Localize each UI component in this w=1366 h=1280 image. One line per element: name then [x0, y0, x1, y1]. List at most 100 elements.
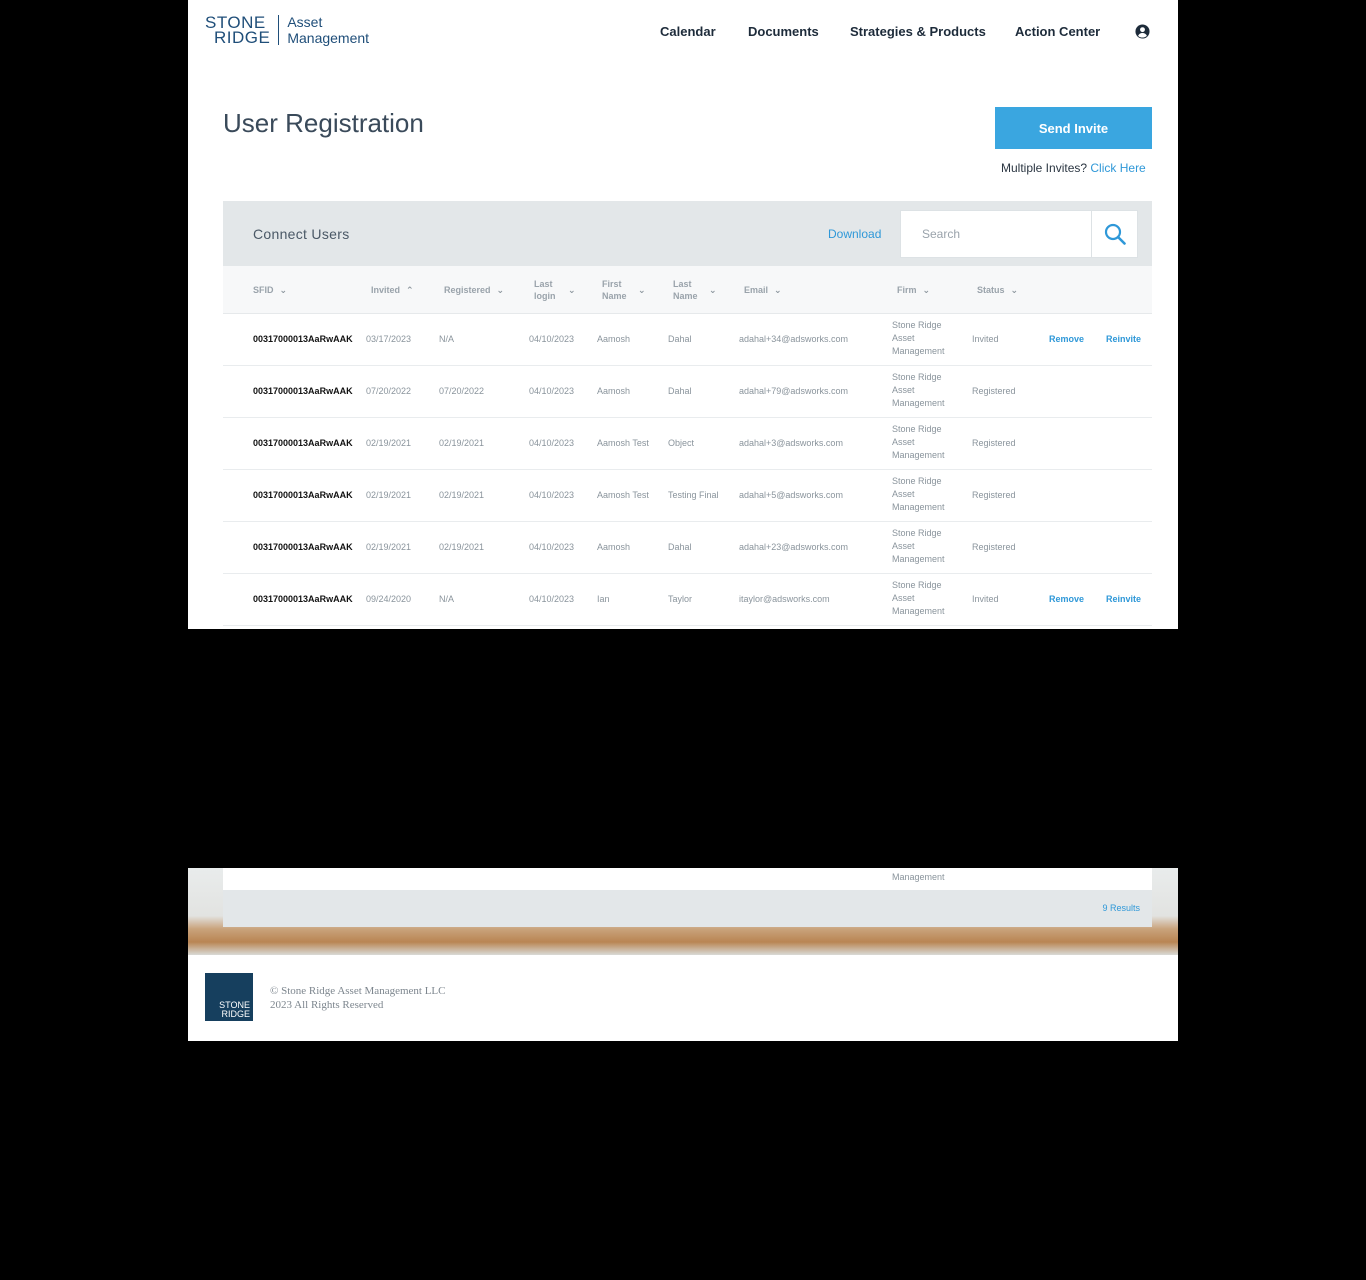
nav-calendar[interactable]: Calendar	[660, 24, 716, 39]
cell-first-name: Aamosh Test	[597, 438, 649, 448]
chevron-down-icon: ⌄	[496, 285, 505, 295]
click-here-link[interactable]: Click Here	[1090, 161, 1145, 175]
panel-title: Connect Users	[253, 226, 350, 242]
chevron-down-icon: ⌄	[774, 285, 782, 295]
cell-sfid: 00317000013AaRwAAK	[253, 542, 353, 552]
cell-last-login: 04/10/2023	[529, 542, 575, 552]
search-icon	[1104, 223, 1126, 245]
cell-invited: 02/19/2021	[366, 490, 412, 500]
chevron-down-icon: ⌄	[1010, 285, 1019, 295]
col-first-name[interactable]: First Name ⌄	[602, 278, 646, 302]
reinvite-link[interactable]: Reinvite	[1106, 593, 1141, 606]
main-nav: Calendar Documents Strategies & Products…	[188, 24, 1178, 44]
cell-status: Registered	[972, 386, 1016, 396]
copyright-line-2: 2023 All Rights Reserved	[270, 999, 384, 1011]
col-firm[interactable]: Firm ⌄	[897, 284, 930, 296]
table-row: 00317000013AaRwAAK 02/19/2021 02/19/2021 04…	[223, 418, 1152, 470]
remove-link[interactable]: Remove	[1049, 333, 1084, 346]
chevron-up-icon: ⌃	[406, 285, 414, 295]
send-invite-button[interactable]: Send Invite	[995, 107, 1152, 149]
copyright-line-1: © Stone Ridge Asset Management LLC	[270, 985, 446, 997]
cell-sfid: 00317000013AaRwAAK	[253, 438, 353, 448]
cell-last-login: 04/10/2023	[529, 386, 575, 396]
download-link[interactable]: Download	[828, 227, 881, 241]
page-top-segment: STONE RIDGE Asset Management Calendar Do…	[188, 0, 1178, 629]
cell-firm: Stone Ridge Asset Management	[892, 476, 945, 512]
nav-action-center[interactable]: Action Center	[1015, 24, 1100, 39]
multiple-invites: Multiple Invites? Click Here	[1001, 161, 1146, 175]
table-row: 00317000013AaRwAAK 03/17/2023 N/A 04/10/202…	[223, 314, 1152, 366]
cell-first-name: Aamosh	[597, 386, 631, 396]
cell-firm: Stone Ridge Asset Management	[892, 528, 945, 564]
footer-logo-word-2: RIDGE	[221, 1009, 250, 1019]
site-header: STONE RIDGE Asset Management Calendar Do…	[188, 0, 1178, 64]
cell-last-name: Testing Final	[668, 490, 719, 500]
cell-email: adahal+79@adsworks.com	[739, 386, 848, 396]
cell-last-login: 04/10/2023	[529, 594, 575, 604]
search-box	[900, 210, 1138, 258]
cell-invited: 09/24/2020	[366, 594, 412, 604]
cell-status: Invited	[972, 594, 999, 604]
cell-email: adahal+3@adsworks.com	[739, 438, 843, 448]
cell-status: Registered	[972, 438, 1016, 448]
col-last-name[interactable]: Last Name ⌄	[673, 278, 717, 302]
cell-first-name: Ian	[597, 594, 610, 604]
page-bottom-segment: Management 9 Results STONE RIDGE © Stone…	[188, 868, 1178, 1041]
cell-firm: Stone Ridge Asset Management	[892, 320, 945, 356]
table-row-partial: Management	[223, 868, 1152, 890]
connect-users-panel: Connect Users Download SFID⌄ Invited⌃ Re…	[223, 201, 1152, 626]
nav-documents[interactable]: Documents	[748, 24, 819, 39]
cell-email: itaylor@adsworks.com	[739, 594, 830, 604]
search-input[interactable]	[901, 211, 1091, 257]
remove-link[interactable]: Remove	[1049, 593, 1084, 606]
cell-sfid: 00317000013AaRwAAK	[253, 490, 353, 500]
cell-registered: N/A	[439, 334, 455, 344]
cell-firm: Management	[892, 872, 945, 882]
col-registered[interactable]: Registered ⌄	[444, 284, 504, 296]
cell-last-name: Object	[668, 438, 695, 448]
table-row: 00317000013AaRwAAK 02/19/2021 02/19/2021 04…	[223, 522, 1152, 574]
cell-sfid: 00317000013AaRwAAK	[253, 334, 353, 344]
cell-invited: 02/19/2021	[366, 438, 412, 448]
cell-sfid: 00317000013AaRwAAK	[253, 386, 353, 396]
cell-last-name: Dahal	[668, 386, 692, 396]
footer-logo: STONE RIDGE	[205, 973, 253, 1021]
cell-last-name: Dahal	[668, 334, 692, 344]
cell-last-login: 04/10/2023	[529, 438, 575, 448]
cell-registered: 02/19/2021	[439, 438, 485, 448]
cell-registered: 02/19/2021	[439, 542, 485, 552]
col-last-login[interactable]: Last login ⌄	[534, 278, 576, 302]
cell-last-login: 04/10/2023	[529, 334, 575, 344]
cell-status: Registered	[972, 542, 1016, 552]
chevron-down-icon: ⌄	[922, 285, 931, 295]
table-body: 00317000013AaRwAAK 03/17/2023 N/A 04/10/202…	[223, 314, 1152, 626]
cell-registered: 02/19/2021	[439, 490, 485, 500]
cell-first-name: Aamosh	[597, 542, 631, 552]
nav-strategies-products[interactable]: Strategies & Products	[850, 24, 986, 39]
cell-last-name: Dahal	[668, 542, 692, 552]
cell-registered: 07/20/2022	[439, 386, 485, 396]
col-email[interactable]: Email ⌄	[744, 284, 782, 296]
user-account-icon[interactable]	[1135, 24, 1150, 39]
cell-first-name: Aamosh Test	[597, 490, 649, 500]
col-sfid[interactable]: SFID ⌄	[253, 284, 287, 296]
results-bar: 9 Results	[223, 890, 1152, 927]
search-button[interactable]	[1091, 211, 1138, 257]
cell-status: Invited	[972, 334, 999, 344]
chevron-down-icon: ⌄	[279, 285, 288, 295]
table-header: SFID ⌄ Invited ⌃ Registered ⌄ Last login ⌄ F…	[223, 266, 1152, 314]
cell-sfid: 00317000013AaRwAAK	[253, 594, 353, 604]
cell-invited: 03/17/2023	[366, 334, 412, 344]
cell-first-name: Aamosh	[597, 334, 631, 344]
site-footer: STONE RIDGE © Stone Ridge Asset Manageme…	[188, 955, 1178, 1041]
cell-invited: 07/20/2022	[366, 386, 412, 396]
multiple-invites-text: Multiple Invites?	[1001, 161, 1088, 175]
chevron-down-icon: ⌄	[709, 285, 717, 295]
cell-firm: Stone Ridge Asset Management	[892, 424, 945, 460]
cell-registered: N/A	[439, 594, 455, 604]
col-invited[interactable]: Invited ⌃	[371, 284, 414, 296]
col-status[interactable]: Status ⌄	[977, 284, 1018, 296]
reinvite-link[interactable]: Reinvite	[1106, 333, 1141, 346]
chevron-down-icon: ⌄	[638, 285, 646, 295]
cell-firm: Stone Ridge Asset Management	[892, 580, 945, 616]
